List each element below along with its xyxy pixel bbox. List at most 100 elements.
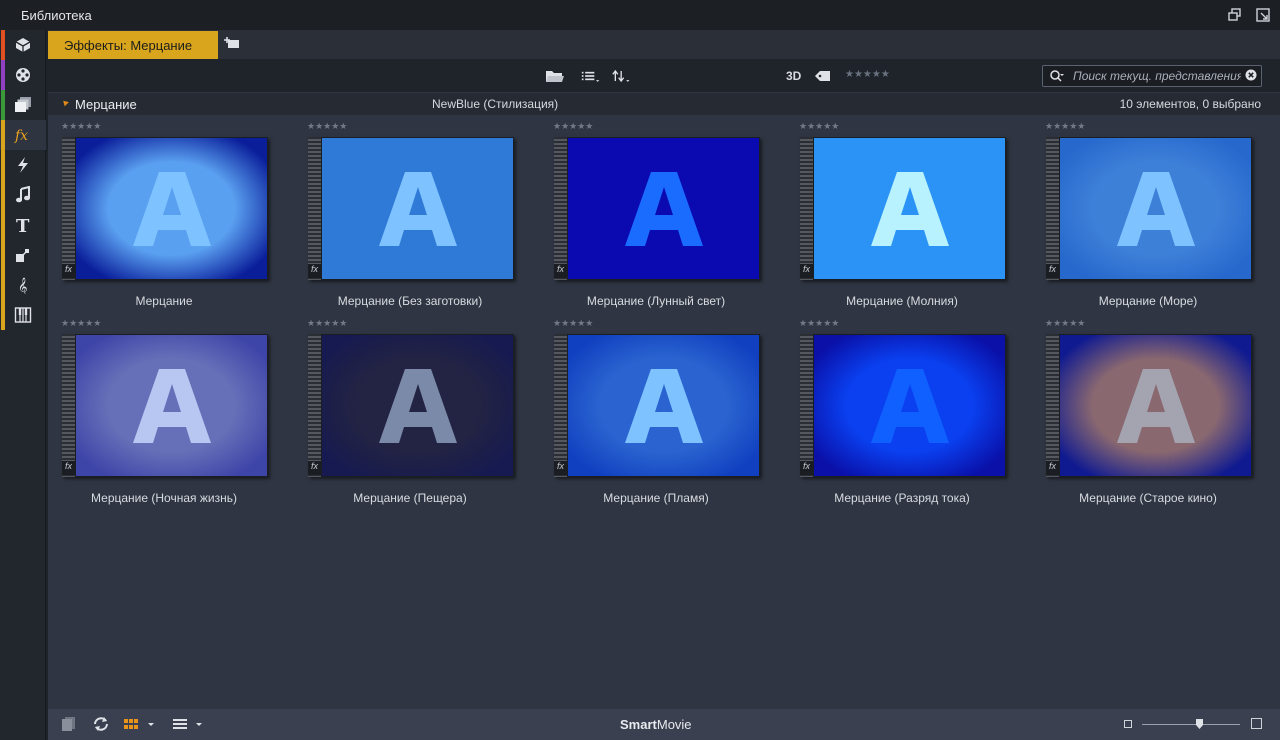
details-view-dropdown-icon[interactable]	[172, 716, 206, 732]
card-rating[interactable]: ★★★★★	[61, 318, 101, 329]
refresh-icon[interactable]	[92, 716, 110, 732]
effect-label: Мерцание (Без заготовки)	[337, 294, 483, 308]
smartmovie-button[interactable]: SmartMovie	[620, 717, 692, 732]
stack-icon	[15, 97, 31, 112]
sidebar-stripe	[1, 90, 5, 120]
tab-effects-shimmer[interactable]: Эффекты: Мерцание	[48, 31, 218, 59]
effect-card[interactable]: ★★★★★ fx Мерцание	[48, 115, 294, 311]
effect-preview-image	[322, 138, 513, 279]
effect-card[interactable]: ★★★★★ fx Мерцание (Море)	[1032, 115, 1278, 311]
sidebar-item-projects[interactable]	[0, 90, 46, 120]
card-rating[interactable]: ★★★★★	[1045, 121, 1085, 132]
folder-icon[interactable]	[545, 68, 565, 84]
filmstrip-edge	[1046, 334, 1059, 477]
add-tab-icon[interactable]	[224, 37, 240, 51]
effect-label: Мерцание (Пламя)	[603, 491, 709, 505]
detach-window-icon[interactable]	[1256, 8, 1270, 22]
tag-icon[interactable]	[814, 68, 832, 84]
search-icon[interactable]	[1049, 69, 1065, 83]
filmstrip-edge	[308, 334, 321, 477]
effect-card[interactable]: ★★★★★ fx Мерцание (Ночная жизнь)	[48, 312, 294, 508]
effect-label: Мерцание (Лунный свет)	[586, 294, 726, 308]
effect-card[interactable]: ★★★★★ fx Мерцание (Разряд тока)	[786, 312, 1032, 508]
box-icon	[15, 38, 31, 52]
svg-text:T: T	[16, 216, 30, 234]
effect-preview-image	[568, 138, 759, 279]
effect-label: Мерцание	[135, 294, 193, 308]
section-name[interactable]: Мерцание	[75, 97, 137, 112]
list-view-dropdown-icon[interactable]	[581, 68, 601, 84]
card-rating[interactable]: ★★★★★	[553, 121, 593, 132]
sidebar-item-titles[interactable]: T	[0, 210, 46, 240]
effects-grid: ★★★★★ fx Мерцание ★★★★★ fx Мерцание (Без заго…	[48, 115, 1280, 615]
sidebar-item-scorefitter[interactable]: 𝄞	[0, 270, 46, 300]
rating-filter[interactable]: ★★★★★	[845, 69, 890, 80]
effect-card[interactable]: ★★★★★ fx Мерцание (Молния)	[786, 115, 1032, 311]
filmstrip-edge	[554, 334, 567, 477]
grid-view-dropdown-icon[interactable]	[123, 716, 157, 732]
library-sidebar: fx T 𝄞	[0, 30, 46, 740]
sidebar-item-collections[interactable]	[0, 30, 46, 60]
effect-thumbnail[interactable]: fx	[308, 137, 514, 280]
sidebar-stripe	[1, 120, 5, 150]
sort-dropdown-icon[interactable]	[612, 68, 632, 84]
effect-card[interactable]: ★★★★★ fx Мерцание (Без заготовки)	[294, 115, 540, 311]
clear-search-icon[interactable]	[1245, 69, 1257, 81]
effect-thumbnail[interactable]: fx	[62, 137, 268, 280]
film-reel-icon	[16, 68, 30, 82]
card-rating[interactable]: ★★★★★	[799, 121, 839, 132]
effect-thumbnail[interactable]: fx	[308, 334, 514, 477]
fx-badge-icon: fx	[554, 264, 567, 278]
card-rating[interactable]: ★★★★★	[1045, 318, 1085, 329]
search-input[interactable]	[1073, 68, 1241, 84]
zoom-in-icon[interactable]	[1251, 718, 1262, 729]
effect-thumbnail[interactable]: fx	[1046, 137, 1252, 280]
zoom-out-icon[interactable]	[1124, 720, 1132, 728]
effect-label: Мерцание (Молния)	[846, 294, 958, 308]
fx-badge-icon: fx	[800, 461, 813, 475]
effect-card[interactable]: ★★★★★ fx Мерцание (Пещера)	[294, 312, 540, 508]
copy-icon[interactable]	[60, 716, 78, 732]
effect-card[interactable]: ★★★★★ fx Мерцание (Старое кино)	[1032, 312, 1278, 508]
sidebar-item-transitions[interactable]	[0, 150, 46, 180]
filmstrip-edge	[1046, 137, 1059, 280]
search-box[interactable]	[1042, 65, 1262, 87]
treble-clef-icon: 𝄞	[18, 277, 27, 294]
effect-preview-image	[76, 138, 267, 279]
card-rating[interactable]: ★★★★★	[307, 318, 347, 329]
fx-badge-icon: fx	[62, 461, 75, 475]
effect-card[interactable]: ★★★★★ fx Мерцание (Лунный свет)	[540, 115, 786, 311]
sidebar-stripe	[1, 270, 5, 300]
sidebar-item-effects[interactable]: fx	[0, 120, 46, 150]
card-rating[interactable]: ★★★★★	[307, 121, 347, 132]
sidebar-item-video[interactable]	[0, 60, 46, 90]
fx-badge-icon: fx	[308, 264, 321, 278]
zoom-slider-track[interactable]	[1142, 724, 1240, 725]
sidebar-item-audio[interactable]	[0, 180, 46, 210]
card-rating[interactable]: ★★★★★	[799, 318, 839, 329]
restore-window-icon[interactable]	[1228, 8, 1242, 22]
effect-thumbnail[interactable]: fx	[62, 334, 268, 477]
collapse-triangle-icon[interactable]	[61, 98, 69, 107]
effect-card[interactable]: ★★★★★ fx Мерцание (Пламя)	[540, 312, 786, 508]
library-toolbar: 3D ★★★★★	[48, 59, 1280, 92]
effect-thumbnail[interactable]: fx	[554, 334, 760, 477]
card-rating[interactable]: ★★★★★	[553, 318, 593, 329]
library-main: Эффекты: Мерцание 3D ★★★★★ Поиск текущ. …	[48, 30, 1280, 740]
effect-thumbnail[interactable]: fx	[1046, 334, 1252, 477]
fx-badge-icon: fx	[308, 461, 321, 475]
effect-preview-image	[322, 335, 513, 476]
sidebar-item-sound[interactable]	[0, 300, 46, 330]
zoom-slider-thumb[interactable]	[1196, 719, 1203, 729]
3d-filter-button[interactable]: 3D	[786, 69, 801, 83]
effect-thumbnail[interactable]: fx	[800, 334, 1006, 477]
effect-thumbnail[interactable]: fx	[554, 137, 760, 280]
filmstrip-edge	[308, 137, 321, 280]
sidebar-item-montage[interactable]	[0, 240, 46, 270]
effect-label: Мерцание (Море)	[1098, 294, 1198, 308]
piano-icon	[14, 307, 32, 323]
card-rating[interactable]: ★★★★★	[61, 121, 101, 132]
montage-icon	[16, 249, 29, 262]
effect-thumbnail[interactable]: fx	[800, 137, 1006, 280]
svg-text:fx: fx	[14, 128, 28, 144]
